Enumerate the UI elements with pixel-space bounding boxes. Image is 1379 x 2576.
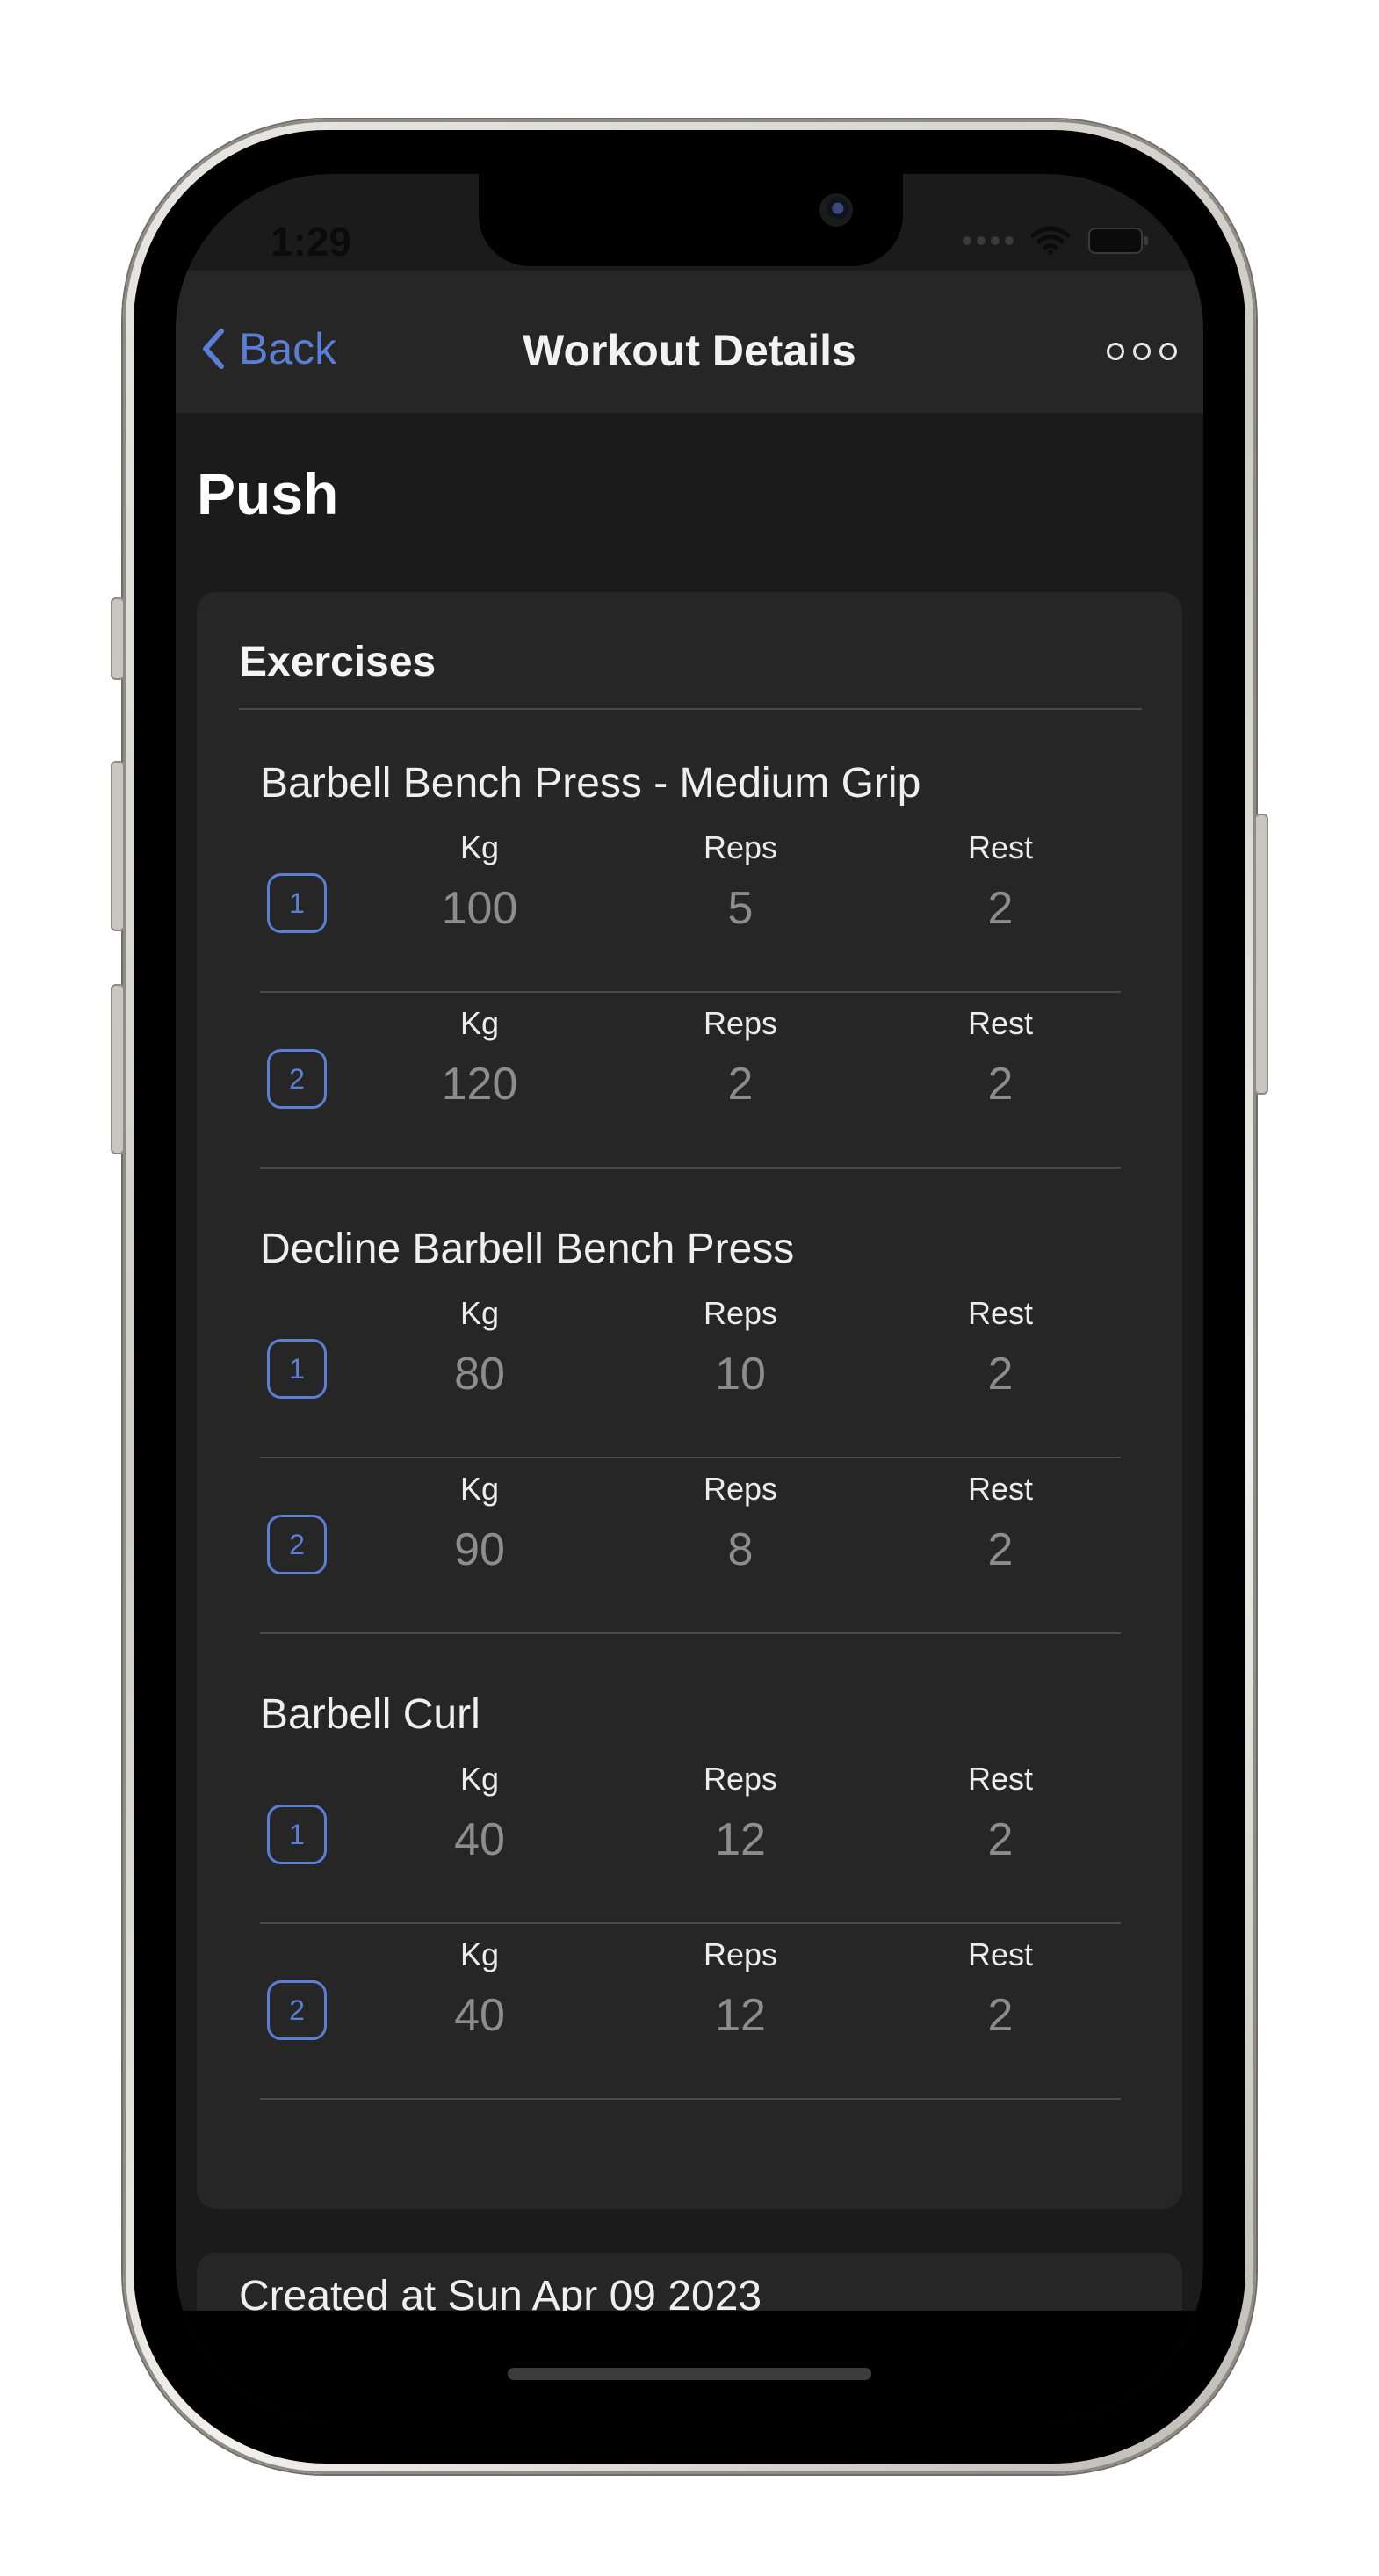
divider <box>260 1167 1121 1169</box>
set-row: 2 Kg 90 Reps 8 Rest 2 <box>260 1458 1121 1634</box>
reps-label: Reps <box>703 1005 778 1041</box>
kg-value[interactable]: 120 <box>392 1058 567 1111</box>
set-row: 1 Kg 40 Reps 12 Rest 2 <box>260 1748 1121 1924</box>
reps-label: Reps <box>703 1936 778 1972</box>
set-row: 2 Kg 40 Reps 12 Rest 2 <box>260 1924 1121 2100</box>
home-indicator[interactable] <box>508 2368 871 2380</box>
kg-label: Kg <box>459 1761 500 1797</box>
kg-value[interactable]: 90 <box>392 1523 567 1576</box>
notch <box>479 174 903 266</box>
rest-value[interactable]: 2 <box>913 1523 1088 1576</box>
reps-value[interactable]: 5 <box>653 882 828 935</box>
home-indicator-area <box>176 2311 1203 2420</box>
reps-label: Reps <box>703 1471 778 1507</box>
kg-label: Kg <box>459 1005 500 1041</box>
set-number-badge[interactable]: 1 <box>267 1339 327 1399</box>
reps-label: Reps <box>703 1295 778 1331</box>
exercise-name: Barbell Curl <box>260 1691 480 1738</box>
screen: Back Workout Details 1:29 Push Exercises… <box>176 174 1203 2420</box>
reps-value[interactable]: 2 <box>653 1058 828 1111</box>
rest-label: Rest <box>967 1471 1034 1507</box>
navigation-bar: Back Workout Details <box>176 271 1203 413</box>
more-options-button[interactable] <box>1107 343 1177 360</box>
ellipsis-icon <box>1107 343 1124 360</box>
exercise-name: Decline Barbell Bench Press <box>260 1226 795 1272</box>
set-number-badge[interactable]: 2 <box>267 1980 327 2040</box>
reps-label: Reps <box>703 829 778 865</box>
rest-value[interactable]: 2 <box>913 1989 1088 2042</box>
rest-label: Rest <box>967 1005 1034 1041</box>
rest-label: Rest <box>967 1295 1034 1331</box>
reps-value[interactable]: 12 <box>653 1813 828 1866</box>
set-row: 1 Kg 80 Reps 10 Rest 2 <box>260 1283 1121 1458</box>
kg-label: Kg <box>459 1471 500 1507</box>
card-title: Exercises <box>239 639 437 685</box>
rest-value[interactable]: 2 <box>913 1813 1088 1866</box>
cellular-signal-icon <box>963 236 1014 245</box>
divider <box>239 708 1142 710</box>
divider <box>260 1632 1121 1634</box>
set-number-badge[interactable]: 2 <box>267 1515 327 1574</box>
exercises-card: Exercises Barbell Bench Press - Medium G… <box>197 592 1182 2209</box>
camera-icon <box>819 193 853 227</box>
nav-title: Workout Details <box>523 326 856 375</box>
rest-value[interactable]: 2 <box>913 1348 1088 1400</box>
page-title: Push <box>197 461 339 526</box>
status-time: 1:29 <box>271 219 352 264</box>
battery-icon <box>1088 228 1148 254</box>
kg-label: Kg <box>459 1936 500 1972</box>
status-icons <box>963 225 1151 257</box>
kg-value[interactable]: 80 <box>392 1348 567 1400</box>
set-number-badge[interactable]: 1 <box>267 873 327 933</box>
kg-label: Kg <box>459 829 500 865</box>
reps-value[interactable]: 10 <box>653 1348 828 1400</box>
ellipsis-dot <box>1133 343 1151 360</box>
kg-value[interactable]: 40 <box>392 1813 567 1866</box>
rest-label: Rest <box>967 1936 1034 1972</box>
rest-label: Rest <box>967 1761 1034 1797</box>
reps-label: Reps <box>703 1761 778 1797</box>
divider <box>260 2098 1121 2100</box>
wifi-icon <box>1030 226 1071 255</box>
ellipsis-dot <box>1159 343 1177 360</box>
kg-value[interactable]: 40 <box>392 1989 567 2042</box>
set-row: 2 Kg 120 Reps 2 Rest 2 <box>260 993 1121 1169</box>
device-volume-up <box>111 761 125 931</box>
reps-value[interactable]: 12 <box>653 1989 828 2042</box>
rest-value[interactable]: 2 <box>913 882 1088 935</box>
kg-value[interactable]: 100 <box>392 882 567 935</box>
rest-value[interactable]: 2 <box>913 1058 1088 1111</box>
exercise-name: Barbell Bench Press - Medium Grip <box>260 760 921 807</box>
device-volume-down <box>111 984 125 1154</box>
set-number-badge[interactable]: 1 <box>267 1805 327 1864</box>
device-power-button <box>1254 814 1268 1095</box>
set-number-badge[interactable]: 2 <box>267 1049 327 1109</box>
set-row: 1 Kg 100 Reps 5 Rest 2 <box>260 817 1121 993</box>
reps-value[interactable]: 8 <box>653 1523 828 1576</box>
kg-label: Kg <box>459 1295 500 1331</box>
device-mute-switch <box>111 597 125 680</box>
rest-label: Rest <box>967 829 1034 865</box>
